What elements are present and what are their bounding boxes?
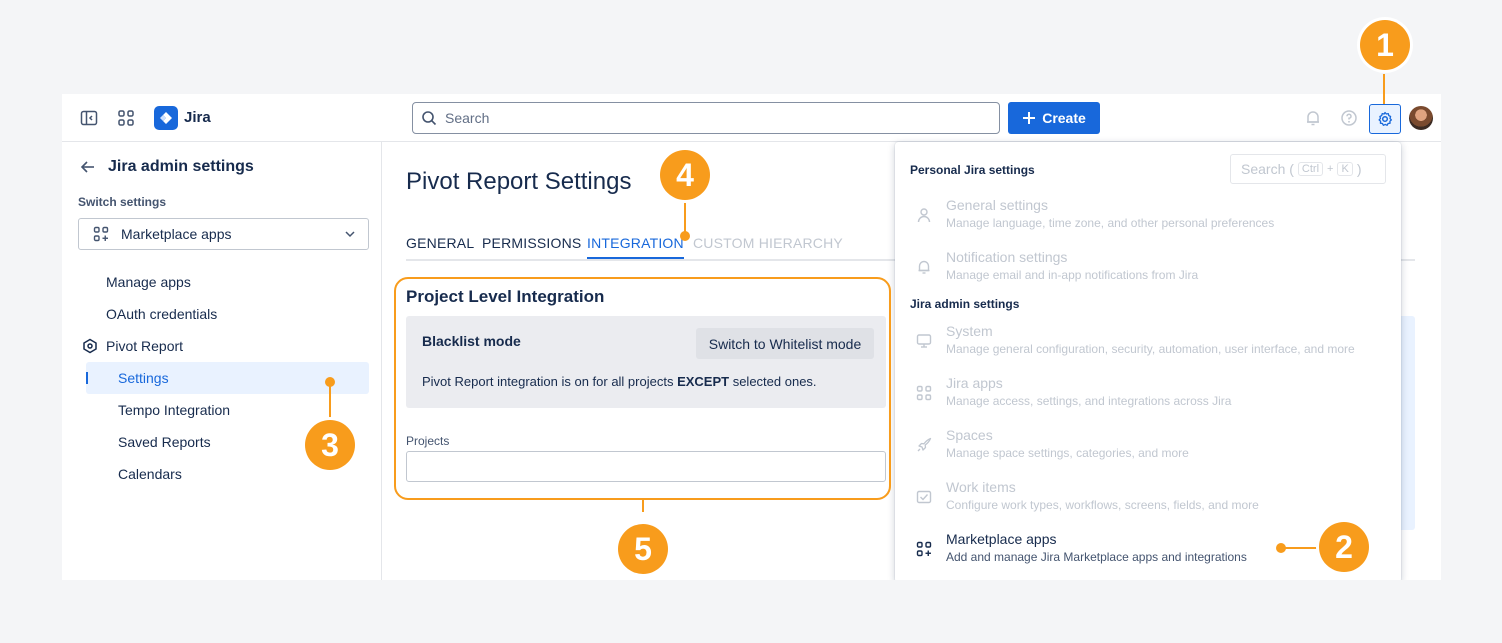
menu-item-notification-settings[interactable]: Notification settings Manage email and i… — [910, 247, 1390, 287]
search-input[interactable]: Search — [412, 102, 1000, 134]
sidebar-item-calendars[interactable]: Calendars — [118, 466, 182, 482]
sidebar-toggle-icon[interactable] — [80, 109, 98, 127]
callout-2-line — [1281, 547, 1321, 549]
chevron-down-icon — [345, 231, 355, 238]
admin-sidebar: Jira admin settings Switch settings Mark… — [62, 142, 382, 580]
person-icon — [914, 205, 934, 225]
create-button[interactable]: Create — [1008, 102, 1100, 134]
apps-add-icon — [93, 226, 109, 242]
brand-name[interactable]: Jira — [184, 109, 211, 126]
top-navigation: Jira Search Create — [62, 94, 1441, 142]
sidebar-item-manage-apps[interactable]: Manage apps — [106, 274, 191, 290]
callout-5-line — [642, 500, 644, 512]
integration-highlight-frame — [394, 277, 891, 500]
gear-icon — [1378, 111, 1393, 126]
monitor-icon — [914, 331, 934, 351]
callout-3-line — [329, 382, 331, 422]
menu-item-jira-apps[interactable]: Jira apps Manage access, settings, and i… — [910, 373, 1390, 413]
plus-icon — [1023, 112, 1036, 124]
pivot-report-hexagon-icon — [82, 338, 98, 354]
callout-3: 3 — [305, 420, 355, 470]
settings-switcher-select[interactable]: Marketplace apps — [78, 218, 369, 250]
settings-menu: Personal Jira settings Search ( Ctrl + K… — [895, 142, 1401, 580]
admin-settings-heading: Jira admin settings — [910, 297, 1020, 311]
select-value: Marketplace apps — [121, 226, 232, 242]
back-link[interactable]: Jira admin settings — [80, 158, 254, 176]
callout-1-line — [1383, 74, 1385, 104]
page-title: Pivot Report Settings — [406, 168, 632, 195]
settings-button[interactable] — [1369, 104, 1401, 134]
jira-logo-icon[interactable] — [154, 106, 178, 130]
personal-settings-heading: Personal Jira settings — [910, 163, 1035, 177]
switch-settings-label: Switch settings — [78, 195, 167, 209]
app-switcher-icon[interactable] — [117, 109, 135, 127]
sidebar-title: Jira admin settings — [108, 158, 254, 175]
create-label: Create — [1042, 110, 1086, 126]
arrow-left-icon — [80, 161, 94, 173]
sidebar-item-settings-label: Settings — [118, 370, 169, 386]
sidebar-item-oauth-credentials[interactable]: OAuth credentials — [106, 306, 217, 322]
rocket-icon — [914, 435, 934, 455]
search-placeholder: Search — [445, 110, 490, 126]
menu-item-system[interactable]: System Manage general configuration, sec… — [910, 321, 1390, 361]
help-icon[interactable] — [1340, 109, 1358, 127]
grid-icon — [914, 383, 934, 403]
search-icon — [422, 111, 437, 126]
menu-search-input[interactable]: Search ( Ctrl + K ) — [1230, 154, 1386, 184]
tab-integration[interactable]: INTEGRATION — [587, 235, 684, 259]
sidebar-item-tempo-integration[interactable]: Tempo Integration — [118, 402, 230, 418]
menu-item-work-items[interactable]: Work items Configure work types, workflo… — [910, 477, 1390, 517]
tab-custom-hierarchy[interactable]: CUSTOM HIERARCHY — [693, 235, 843, 251]
callout-5: 5 — [618, 524, 668, 574]
menu-item-general-settings[interactable]: General settings Manage language, time z… — [910, 195, 1390, 235]
callout-1: 1 — [1360, 20, 1410, 70]
bell-icon — [914, 257, 934, 277]
user-avatar[interactable] — [1409, 106, 1433, 130]
notifications-bell-icon[interactable] — [1304, 109, 1322, 127]
tab-permissions[interactable]: PERMISSIONS — [482, 235, 581, 251]
checkbox-list-icon — [914, 487, 934, 507]
menu-item-spaces[interactable]: Spaces Manage space settings, categories… — [910, 425, 1390, 465]
callout-4-line — [684, 200, 686, 233]
sidebar-item-pivot-report[interactable]: Pivot Report — [106, 338, 183, 354]
tab-general[interactable]: GENERAL — [406, 235, 474, 251]
menu-item-marketplace-apps[interactable]: Marketplace apps Add and manage Jira Mar… — [910, 529, 1390, 569]
sidebar-item-saved-reports[interactable]: Saved Reports — [118, 434, 211, 450]
active-indicator — [86, 372, 88, 384]
apps-add-icon — [914, 539, 934, 559]
callout-2: 2 — [1319, 522, 1369, 572]
callout-4: 4 — [660, 150, 710, 200]
